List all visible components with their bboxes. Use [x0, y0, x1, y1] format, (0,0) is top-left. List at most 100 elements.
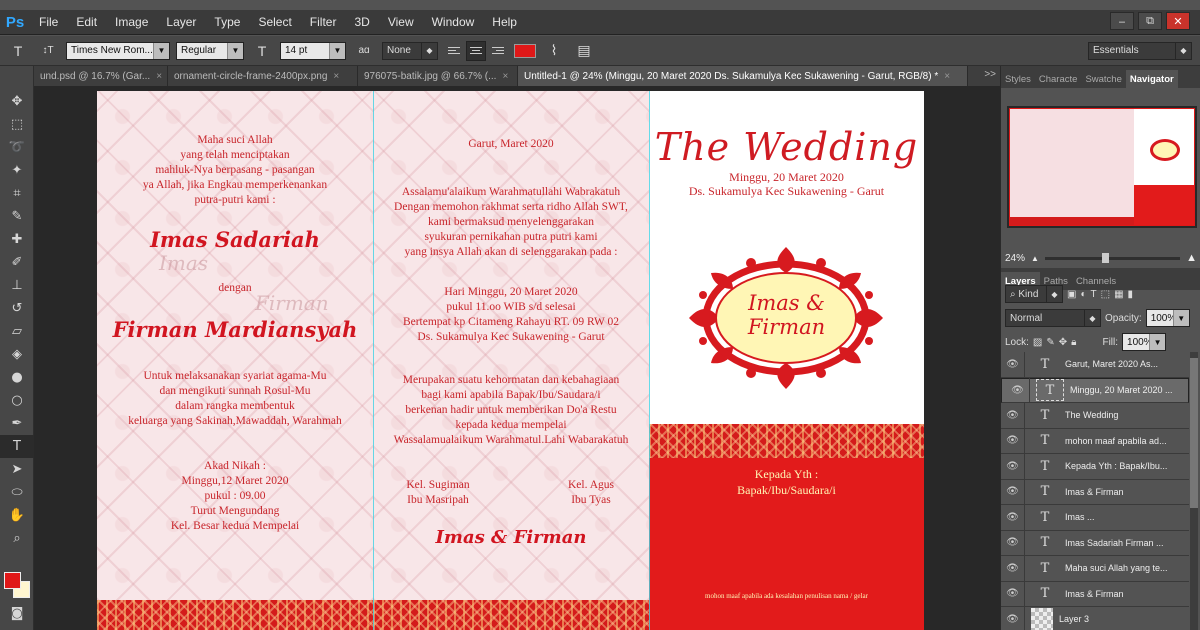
path-selection-icon[interactable]: ➤	[0, 458, 34, 481]
navigator-preview[interactable]	[1007, 106, 1197, 228]
zoom-out-icon[interactable]: ▲	[1031, 254, 1039, 263]
close-tab-icon[interactable]: ×	[944, 71, 950, 82]
layer-row[interactable]: 👁︎ T Imas & Firman	[1001, 479, 1189, 505]
history-brush-icon[interactable]: ↺	[0, 297, 34, 320]
layer-row[interactable]: 👁︎ T Maha suci Allah yang te...	[1001, 555, 1189, 582]
hand-tool-icon[interactable]: ✋	[0, 504, 34, 527]
invitation-document[interactable]: Maha suci Allah yang telah menciptakan m…	[97, 91, 924, 630]
antialias-select[interactable]: None ◆	[382, 41, 438, 60]
tab-untitled-1[interactable]: Untitled-1 @ 24% (Minggu, 20 Maret 2020 …	[518, 66, 968, 86]
layer-row[interactable]: 👁︎ T Garut, Maret 2020 As...	[1001, 351, 1189, 378]
color-swatches[interactable]	[4, 572, 32, 600]
layer-row[interactable]: 👁︎ T Kepada Yth : Bapak/Ibu...	[1001, 453, 1189, 480]
tab-swatches[interactable]: Swatche	[1081, 70, 1125, 88]
menu-filter[interactable]: Filter	[301, 15, 346, 29]
layer-row[interactable]: 👁︎ Layer 3	[1001, 606, 1189, 630]
workspace-select[interactable]: Essentials ◆	[1088, 41, 1192, 60]
filter-adjustment-icon[interactable]: ◐	[1080, 289, 1086, 300]
tab-character[interactable]: Characte	[1035, 70, 1082, 88]
lock-position-icon[interactable]: ✥	[1059, 337, 1067, 348]
canvas-area[interactable]: Maha suci Allah yang telah menciptakan m…	[34, 86, 1000, 630]
menu-help[interactable]: Help	[483, 15, 526, 29]
eye-icon[interactable]: 👁︎	[1001, 479, 1025, 505]
minimize-button[interactable]: ‒	[1110, 12, 1134, 30]
character-panel-icon[interactable]: ▤	[572, 40, 596, 62]
filter-toggle-icon[interactable]: ▮	[1128, 289, 1134, 300]
marquee-tool-icon[interactable]: ⬚	[0, 113, 34, 136]
filter-pixel-icon[interactable]: ▣	[1067, 289, 1076, 300]
foreground-color[interactable]	[4, 572, 21, 589]
dodge-tool-icon[interactable]: ○	[0, 389, 34, 412]
menu-3d[interactable]: 3D	[345, 15, 378, 29]
menu-select[interactable]: Select	[249, 15, 300, 29]
layers-scrollbar-thumb[interactable]	[1190, 358, 1198, 508]
eye-icon[interactable]: 👁︎	[1001, 402, 1025, 428]
menu-window[interactable]: Window	[423, 15, 484, 29]
layer-row[interactable]: 👁︎ Tmohon maaf apabila ad...	[1001, 428, 1189, 454]
menu-layer[interactable]: Layer	[157, 15, 205, 29]
menu-type[interactable]: Type	[205, 15, 249, 29]
layer-row[interactable]: 👁︎ T Minggu, 20 Maret 2020 ...	[1001, 377, 1189, 403]
align-left-icon[interactable]	[444, 41, 464, 61]
align-center-icon[interactable]	[466, 40, 486, 61]
move-tool-icon[interactable]: ✥	[0, 90, 34, 113]
crop-tool-icon[interactable]: ⌗	[0, 182, 34, 205]
eraser-tool-icon[interactable]: ▱	[0, 320, 34, 343]
restore-button[interactable]: ⧉	[1138, 12, 1162, 30]
close-tab-icon[interactable]: ×	[333, 71, 339, 82]
opacity-input[interactable]: 100% ▼	[1145, 309, 1190, 327]
lock-pixels-icon[interactable]: ✎	[1046, 337, 1054, 348]
lock-all-icon[interactable]: 🔒︎	[1071, 337, 1076, 348]
layer-row[interactable]: 👁︎ T Imas Sadariah Firman ...	[1001, 530, 1189, 556]
pen-tool-icon[interactable]: ✒	[0, 412, 34, 435]
lock-transparency-icon[interactable]: ▨	[1033, 337, 1042, 348]
blend-mode-select[interactable]: Normal ◆	[1005, 309, 1101, 327]
magic-wand-icon[interactable]: ✦	[0, 159, 34, 182]
tab-styles[interactable]: Styles	[1001, 70, 1035, 88]
font-style-select[interactable]: Regular ▼	[176, 41, 244, 60]
brush-tool-icon[interactable]: ✐	[0, 251, 34, 274]
guide-line[interactable]	[373, 91, 374, 630]
eye-icon[interactable]: 👁︎	[1001, 555, 1025, 581]
font-family-select[interactable]: Times New Rom... ▼	[66, 41, 170, 60]
menu-image[interactable]: Image	[106, 15, 157, 29]
paint-bucket-icon[interactable]: ◈	[0, 343, 34, 366]
kind-filter-select[interactable]: ⌕ Kind ◆	[1005, 285, 1063, 303]
close-tab-icon[interactable]: ×	[156, 71, 162, 82]
text-orientation-icon[interactable]: ↕T	[36, 40, 60, 62]
navigator-view-box[interactable]	[1009, 108, 1195, 226]
eye-icon[interactable]: 👁︎	[1006, 377, 1030, 403]
menu-edit[interactable]: Edit	[67, 15, 106, 29]
guide-line[interactable]	[649, 91, 650, 630]
layer-row[interactable]: 👁︎ T The Wedding	[1001, 402, 1189, 429]
fill-input[interactable]: 100% ▼	[1122, 333, 1167, 351]
tab-ornament[interactable]: ornament-circle-frame-2400px.png ×	[168, 66, 358, 86]
eye-icon[interactable]: 👁︎	[1001, 530, 1025, 556]
quick-mask-icon[interactable]: ◙	[0, 602, 34, 625]
eye-icon[interactable]: 👁︎	[1001, 606, 1025, 630]
close-button[interactable]: ✕	[1166, 12, 1190, 30]
ellipse-tool-icon[interactable]: ⬭	[0, 481, 34, 504]
eyedropper-icon[interactable]: ✎	[0, 205, 34, 228]
warp-text-icon[interactable]: ⌇	[542, 40, 566, 62]
align-right-icon[interactable]	[488, 41, 508, 61]
tab-batik[interactable]: 976075-batik.jpg @ 66.7% (... ×	[358, 66, 518, 86]
zoom-tool-icon[interactable]: ⌕	[0, 527, 34, 550]
layer-row[interactable]: 👁︎ T Imas ...	[1001, 504, 1189, 531]
close-tab-icon[interactable]: ×	[502, 71, 508, 82]
tab-navigator[interactable]: Navigator	[1125, 70, 1178, 88]
menu-file[interactable]: File	[30, 15, 67, 29]
zoom-in-icon[interactable]: ▲	[1186, 252, 1197, 264]
layer-row[interactable]: 👁︎ T Imas & Firman	[1001, 581, 1189, 607]
lasso-tool-icon[interactable]: ➰	[0, 136, 34, 159]
zoom-slider-thumb[interactable]	[1101, 252, 1109, 263]
layers-scrollbar[interactable]	[1190, 352, 1198, 630]
type-tool-preset-icon[interactable]: T	[6, 40, 30, 62]
eye-icon[interactable]: 👁︎	[1001, 581, 1025, 607]
eye-icon[interactable]: 👁︎	[1001, 351, 1025, 377]
zoom-slider[interactable]	[1044, 252, 1181, 263]
filter-type-icon[interactable]: T	[1091, 289, 1097, 300]
blur-tool-icon[interactable]: ●	[0, 366, 34, 389]
clone-stamp-icon[interactable]: ⊥	[0, 274, 34, 297]
zoom-value[interactable]: 24%	[1005, 253, 1025, 264]
